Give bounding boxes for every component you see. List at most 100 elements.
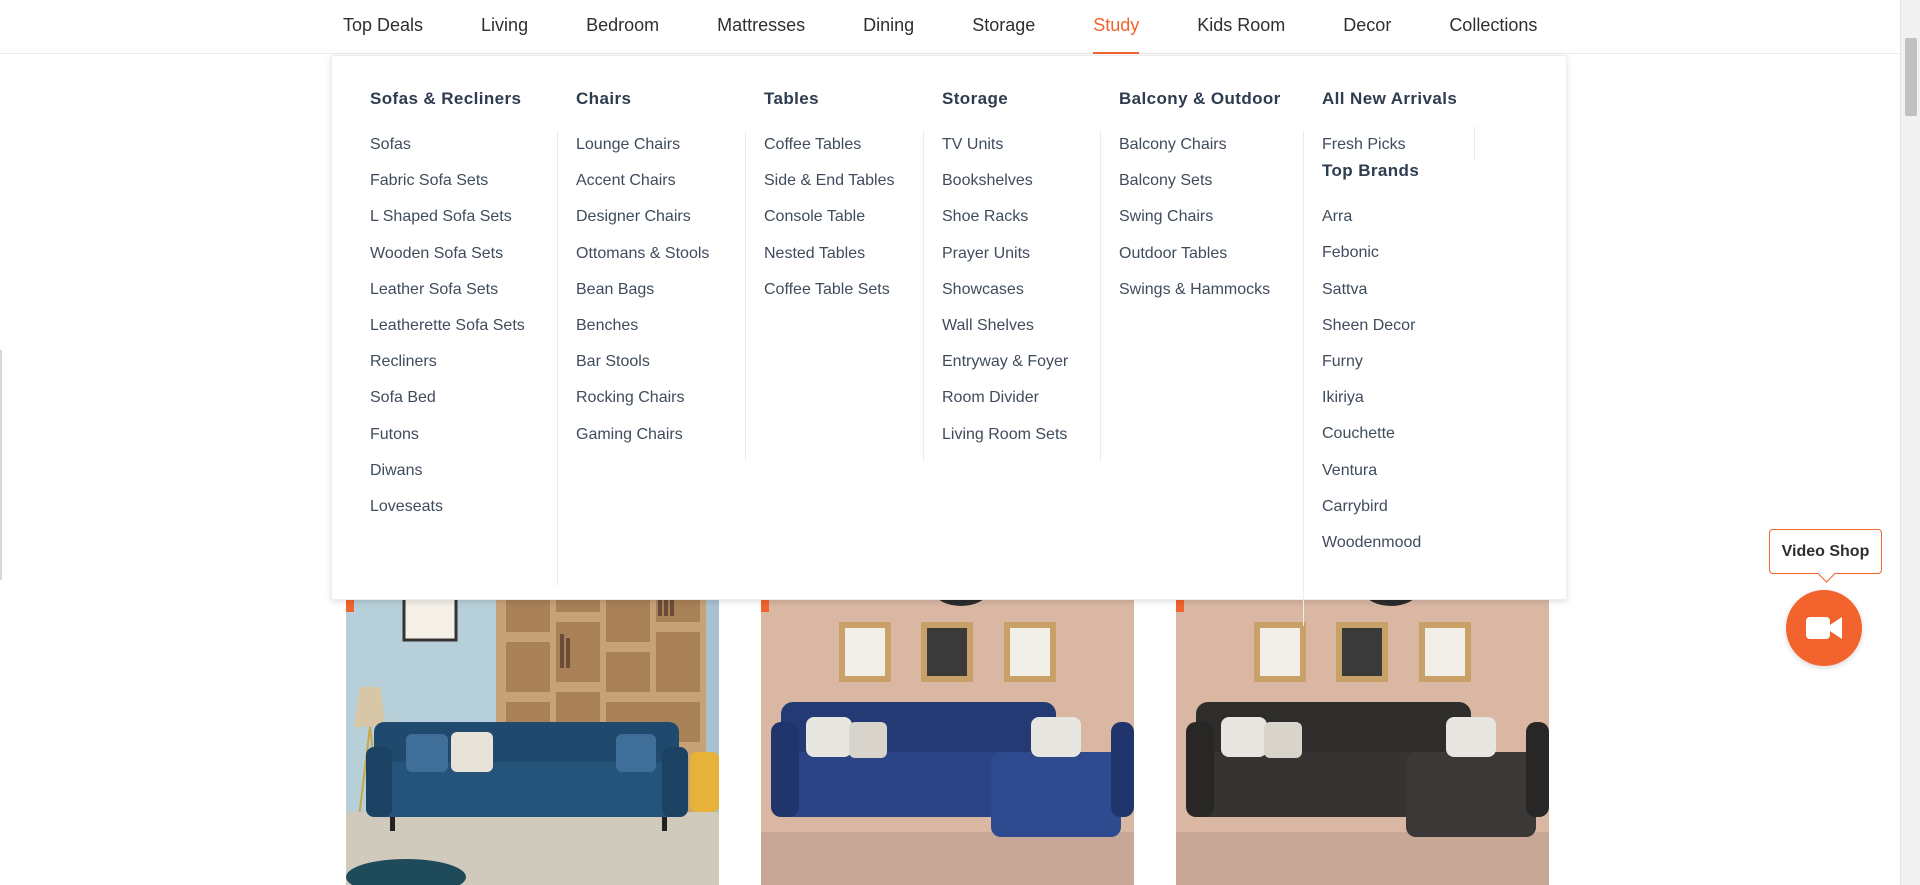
menu-column-title[interactable]: All New Arrivals <box>1322 87 1457 111</box>
menu-column-tables: Tables Coffee Tables Side & End Tables Con… <box>764 56 894 316</box>
menu-link[interactable]: L Shaped Sofa Sets <box>370 207 525 243</box>
page-scrollbar[interactable] <box>1900 0 1920 885</box>
product-card-2[interactable] <box>761 558 1134 885</box>
menu-link[interactable]: Sofa Bed <box>370 388 525 424</box>
nav-item-bedroom[interactable]: Bedroom <box>557 0 688 54</box>
nav-item-study[interactable]: Study <box>1064 0 1168 54</box>
menu-link[interactable]: Entryway & Foyer <box>942 352 1068 388</box>
menu-link[interactable]: Prayer Units <box>942 244 1068 280</box>
nav-item-dining[interactable]: Dining <box>834 0 943 54</box>
menu-column-title[interactable]: Sofas & Recliners <box>370 87 525 111</box>
menu-subsection-title[interactable]: Top Brands <box>1322 159 1457 183</box>
menu-link[interactable]: Side & End Tables <box>764 171 894 207</box>
menu-column-title[interactable]: Chairs <box>576 87 709 111</box>
menu-link[interactable]: Balcony Chairs <box>1119 135 1281 171</box>
scrollbar-thumb[interactable] <box>1905 38 1917 116</box>
menu-link[interactable]: Diwans <box>370 461 525 497</box>
menu-link[interactable]: Rocking Chairs <box>576 388 709 424</box>
nav-item-storage[interactable]: Storage <box>943 0 1064 54</box>
menu-link[interactable]: Coffee Table Sets <box>764 280 894 316</box>
menu-column-list: TV Units Bookshelves Shoe Racks Prayer Unit… <box>942 135 1068 461</box>
menu-link[interactable]: TV Units <box>942 135 1068 171</box>
menu-link[interactable]: Swings & Hammocks <box>1119 280 1281 316</box>
menu-link[interactable]: Console Table <box>764 207 894 243</box>
product-image-blue-sofa <box>346 562 719 885</box>
menu-column-chairs: Chairs Lounge Chairs Accent Chairs Designe… <box>576 56 709 461</box>
video-shop-tooltip[interactable]: Video Shop <box>1769 529 1882 574</box>
column-divider <box>557 131 558 586</box>
menu-link[interactable]: Living Room Sets <box>942 425 1068 461</box>
menu-column-list: Lounge Chairs Accent Chairs Designer Chair… <box>576 135 709 461</box>
mega-menu: Sofas & Recliners Sofas Fabric Sofa Sets L… <box>331 55 1567 626</box>
product-image-black-sectional <box>1176 562 1549 885</box>
menu-column-balcony-outdoor: Balcony & Outdoor Balcony Chairs Balcony … <box>1119 56 1281 316</box>
menu-link[interactable]: Gaming Chairs <box>576 425 709 461</box>
menu-link[interactable]: Fabric Sofa Sets <box>370 171 525 207</box>
menu-column-storage: Storage TV Units Bookshelves Shoe Racks Pra… <box>942 56 1068 461</box>
menu-link[interactable]: Recliners <box>370 352 525 388</box>
menu-link[interactable]: Febonic <box>1322 243 1457 279</box>
left-edge-divider <box>0 350 2 580</box>
menu-link[interactable]: Leather Sofa Sets <box>370 280 525 316</box>
menu-link[interactable]: Bar Stools <box>576 352 709 388</box>
menu-link[interactable]: Accent Chairs <box>576 171 709 207</box>
menu-column-title[interactable]: Storage <box>942 87 1068 111</box>
menu-link[interactable]: Wooden Sofa Sets <box>370 244 525 280</box>
video-camera-icon <box>1806 617 1842 639</box>
column-divider <box>1303 131 1304 626</box>
menu-column-title[interactable]: Balcony & Outdoor <box>1119 87 1281 111</box>
menu-link[interactable]: Wall Shelves <box>942 316 1068 352</box>
nav-item-living[interactable]: Living <box>452 0 557 54</box>
menu-column-list: Coffee Tables Side & End Tables Console Ta… <box>764 135 894 316</box>
column-divider <box>1474 126 1475 160</box>
menu-link[interactable]: Designer Chairs <box>576 207 709 243</box>
menu-column-list: Balcony Chairs Balcony Sets Swing Chairs Ou… <box>1119 135 1281 316</box>
menu-link[interactable]: Coffee Tables <box>764 135 894 171</box>
column-divider <box>745 131 746 461</box>
menu-column-sofas-recliners: Sofas & Recliners Sofas Fabric Sofa Sets L… <box>370 56 525 533</box>
menu-subsection-list: Arra Febonic Sattva Sheen Decor Furny Ikiriya… <box>1322 207 1457 569</box>
menu-link[interactable]: Couchette <box>1322 424 1457 460</box>
menu-link[interactable]: Ventura <box>1322 461 1457 497</box>
menu-column-list: Sofas Fabric Sofa Sets L Shaped Sofa Sets W… <box>370 135 525 533</box>
menu-link[interactable]: Loveseats <box>370 497 525 533</box>
menu-link[interactable]: Swing Chairs <box>1119 207 1281 243</box>
nav-item-mattresses[interactable]: Mattresses <box>688 0 834 54</box>
menu-link[interactable]: Sofas <box>370 135 525 171</box>
nav-item-top-deals[interactable]: Top Deals <box>343 0 452 54</box>
menu-link[interactable]: Balcony Sets <box>1119 171 1281 207</box>
menu-link[interactable]: Benches <box>576 316 709 352</box>
menu-link[interactable]: Lounge Chairs <box>576 135 709 171</box>
menu-column-new-arrivals: All New Arrivals Fresh Picks Top Brands … <box>1322 56 1457 569</box>
menu-link[interactable]: Outdoor Tables <box>1119 244 1281 280</box>
product-card-3[interactable] <box>1176 558 1549 885</box>
product-card-1[interactable] <box>346 558 719 885</box>
page: Top Deals Living Bedroom Mattresses Dini… <box>0 0 1920 885</box>
menu-link[interactable]: Sattva <box>1322 280 1457 316</box>
nav-item-decor[interactable]: Decor <box>1314 0 1420 54</box>
menu-link[interactable]: Carrybird <box>1322 497 1457 533</box>
menu-link[interactable]: Furny <box>1322 352 1457 388</box>
menu-link[interactable]: Sheen Decor <box>1322 316 1457 352</box>
menu-link[interactable]: Arra <box>1322 207 1457 243</box>
column-divider <box>1100 131 1101 461</box>
menu-link[interactable]: Ottomans & Stools <box>576 244 709 280</box>
menu-link[interactable]: Room Divider <box>942 388 1068 424</box>
column-divider <box>923 131 924 461</box>
nav-item-kids-room[interactable]: Kids Room <box>1168 0 1314 54</box>
menu-link[interactable]: Ikiriya <box>1322 388 1457 424</box>
top-navigation: Top Deals Living Bedroom Mattresses Dini… <box>0 0 1900 54</box>
menu-link[interactable]: Bookshelves <box>942 171 1068 207</box>
product-image-blue-sectional <box>761 562 1134 885</box>
menu-link[interactable]: Showcases <box>942 280 1068 316</box>
menu-column-title[interactable]: Tables <box>764 87 894 111</box>
menu-link[interactable]: Bean Bags <box>576 280 709 316</box>
video-shop-button[interactable] <box>1786 590 1862 666</box>
menu-link[interactable]: Futons <box>370 425 525 461</box>
menu-link[interactable]: Woodenmood <box>1322 533 1457 569</box>
top-nav-list: Top Deals Living Bedroom Mattresses Dini… <box>343 0 1566 54</box>
menu-link[interactable]: Leatherette Sofa Sets <box>370 316 525 352</box>
nav-item-collections[interactable]: Collections <box>1420 0 1566 54</box>
menu-link[interactable]: Shoe Racks <box>942 207 1068 243</box>
menu-link[interactable]: Nested Tables <box>764 244 894 280</box>
